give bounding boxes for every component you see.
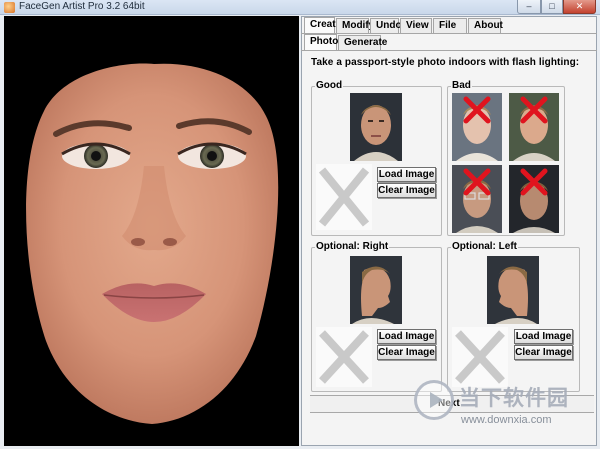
bad-example-photo-3 xyxy=(452,165,502,233)
title-bar: FaceGen Artist Pro 3.2 64bit xyxy=(0,0,600,15)
good-image-placeholder xyxy=(316,164,372,230)
close-button[interactable]: ✕ xyxy=(563,0,596,14)
maximize-button[interactable]: □ xyxy=(541,0,563,14)
face-model xyxy=(26,63,279,425)
tab-about[interactable]: About xyxy=(468,18,503,33)
placeholder-x-icon xyxy=(318,167,370,227)
main-tab-divider xyxy=(301,33,597,34)
watermark-logo-icon xyxy=(414,380,454,420)
right-load-image-button[interactable]: Load Image xyxy=(377,329,436,344)
sub-tab-divider xyxy=(301,50,597,51)
right-clear-image-button[interactable]: Clear Image xyxy=(377,345,436,360)
left-profile-example-photo xyxy=(487,256,539,324)
good-group-title: Good xyxy=(315,80,344,91)
profile-photo xyxy=(350,256,402,324)
site-watermark: 当下软件园 www.downxia.com xyxy=(414,378,599,448)
tab-undo[interactable]: Undo xyxy=(370,18,402,33)
bad-example-photo-2 xyxy=(509,93,559,161)
right-profile-example-photo xyxy=(350,256,402,324)
portrait-photo xyxy=(350,93,402,161)
tab-photo[interactable]: Photo xyxy=(304,34,338,50)
tab-view[interactable]: View xyxy=(400,18,432,33)
watermark-text: 当下软件园 xyxy=(459,387,569,410)
window-title: FaceGen Artist Pro 3.2 64bit xyxy=(19,1,145,12)
right-image-placeholder xyxy=(316,327,372,387)
tab-modify[interactable]: Modify xyxy=(336,18,374,33)
app-icon xyxy=(4,2,15,13)
placeholder-x-icon xyxy=(319,330,369,384)
minimize-button[interactable]: – xyxy=(517,0,541,14)
bad-example-photo-4 xyxy=(509,165,559,233)
tab-generate[interactable]: Generate xyxy=(338,35,387,50)
bad-group-title: Bad xyxy=(451,80,472,91)
instruction-text: Take a passport-style photo indoors with… xyxy=(311,57,580,68)
bad-example-photo-1 xyxy=(452,93,502,161)
watermark-url: www.downxia.com xyxy=(461,414,552,426)
tab-file[interactable]: File xyxy=(433,18,467,33)
tab-create[interactable]: Create xyxy=(304,17,341,33)
left-load-image-button[interactable]: Load Image xyxy=(514,329,573,344)
good-load-image-button[interactable]: Load Image xyxy=(377,167,436,182)
left-group-title: Optional: Left xyxy=(451,241,518,252)
profile-photo xyxy=(487,256,539,324)
left-clear-image-button[interactable]: Clear Image xyxy=(514,345,573,360)
right-group-title: Optional: Right xyxy=(315,241,390,252)
good-example-photo xyxy=(350,93,402,161)
face-viewport[interactable] xyxy=(4,16,299,446)
good-clear-image-button[interactable]: Clear Image xyxy=(377,183,436,198)
